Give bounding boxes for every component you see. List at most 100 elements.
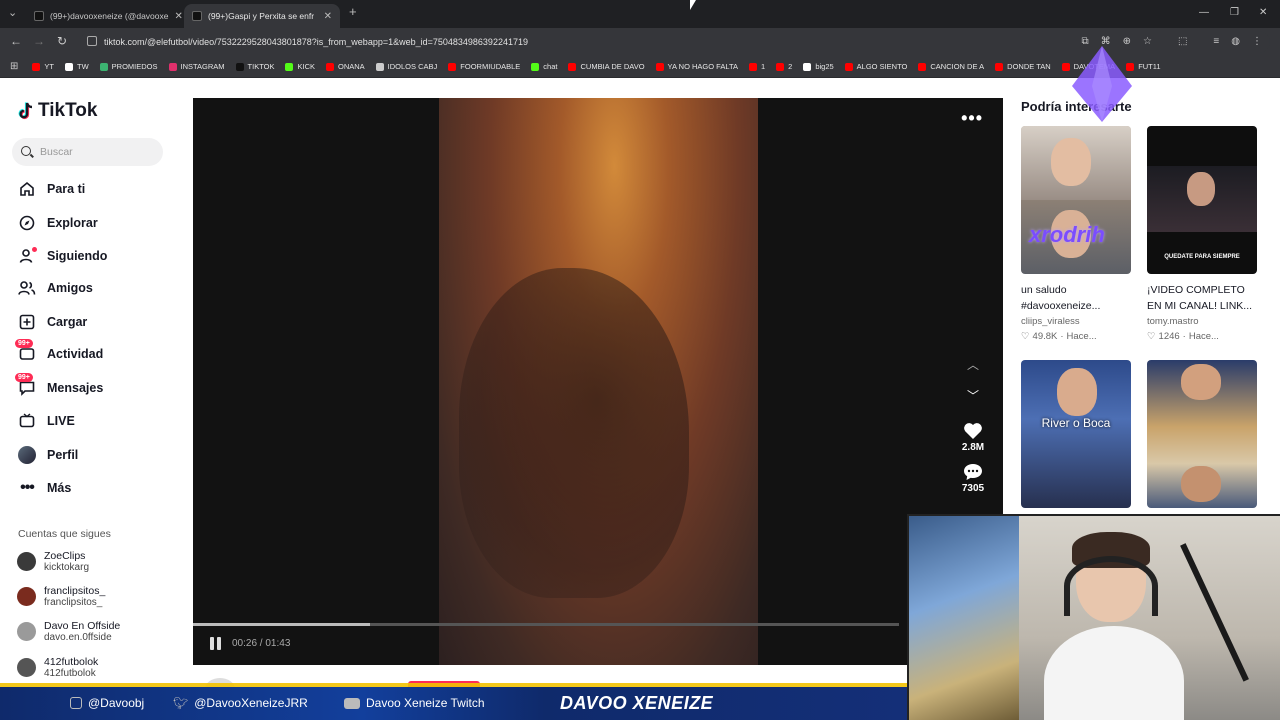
followed-account[interactable]: ZoeClips kicktokarg xyxy=(17,550,89,573)
tab-search-icon[interactable]: ⌄ xyxy=(8,6,17,19)
recommendation-card[interactable] xyxy=(1147,360,1257,508)
streamer xyxy=(1044,532,1184,720)
activity-icon: 99+ xyxy=(15,339,37,363)
sidebar-item-cargar[interactable]: Cargar xyxy=(17,311,87,333)
followed-account[interactable]: franclipsitos_ franclipsitos_ xyxy=(17,585,105,608)
browser-tab-2[interactable]: (99+)Gaspi y Perxita se enfr ✕ xyxy=(184,4,340,28)
menu-dots-icon[interactable]: ⋮ xyxy=(1252,36,1262,47)
sidebar-item-label: Perfil xyxy=(47,448,79,462)
recommendation-card[interactable]: QUEDATE PARA SIEMPRE ¡VIDEO COMPLETO EN … xyxy=(1147,126,1257,342)
account-handle: davo.en.0ffside xyxy=(44,632,112,643)
more-options-icon[interactable]: ••• xyxy=(961,108,983,129)
notification-dot xyxy=(32,247,37,252)
pause-icon[interactable] xyxy=(210,637,222,650)
bookmark-star-icon[interactable]: ☆ xyxy=(1143,36,1152,47)
bookmark-item[interactable]: INSTAGRAM xyxy=(168,62,225,71)
video-thumbnail[interactable]: QUEDATE PARA SIEMPRE xyxy=(1147,126,1257,274)
bookmark-item[interactable]: YA NO HAGO FALTA xyxy=(655,62,738,71)
video-frame[interactable] xyxy=(439,98,758,665)
minimize-icon[interactable]: — xyxy=(1199,7,1209,18)
forward-icon[interactable]: → xyxy=(33,34,45,48)
bookmark-item[interactable]: ONANA xyxy=(326,62,365,71)
bookmark-item[interactable]: TIKTOK xyxy=(235,62,274,71)
bookmark-favicon-icon xyxy=(568,62,577,71)
video-thumbnail[interactable]: River o Boca xyxy=(1021,360,1131,508)
extensions-icon[interactable]: ⬚ xyxy=(1178,36,1187,47)
bookmark-item[interactable]: KICK xyxy=(285,62,315,71)
tiktok-logo[interactable]: TikTok xyxy=(18,100,97,122)
like-count: 49.8K xyxy=(1032,331,1058,342)
close-tab-icon[interactable]: ✕ xyxy=(175,11,183,22)
followed-account[interactable]: Davo En Offside davo.en.0ffside xyxy=(17,620,120,643)
bookmark-item[interactable]: 2 xyxy=(776,62,792,71)
stream-instagram: @Davoobj xyxy=(70,696,144,710)
profile-avatar-icon[interactable]: ◍ xyxy=(1231,36,1240,47)
sidebar-item-mas[interactable]: ••• Más xyxy=(17,477,71,499)
bookmark-item[interactable]: 1 xyxy=(748,62,765,71)
bookmark-label: 2 xyxy=(788,62,793,71)
search-input[interactable]: Buscar xyxy=(12,138,163,166)
bookmark-item[interactable]: CUMBIA DE DAVO xyxy=(568,62,645,71)
stream-youtube: Davoo Xeneize Twitch xyxy=(344,696,485,710)
video-player[interactable]: ••• 00:26 / 01:43 ︿ ﹀ 2.8M 7305 xyxy=(193,98,1003,665)
bookmark-item[interactable]: DONDE TAN xyxy=(995,62,1051,71)
messages-badge: 99+ xyxy=(15,373,33,382)
recommendation-card[interactable]: River o Boca xyxy=(1021,360,1131,508)
sidebar-item-mensajes[interactable]: 99+ Mensajes xyxy=(15,373,103,399)
back-icon[interactable]: ← xyxy=(10,34,22,48)
close-tab-icon[interactable]: ✕ xyxy=(324,11,332,22)
sidebar-item-amigos[interactable]: Amigos xyxy=(17,277,93,299)
next-video-icon[interactable]: ﹀ xyxy=(967,387,979,404)
recommendation-card[interactable]: xrodrih un saludo #davooxeneize... cliip… xyxy=(1021,126,1131,342)
video-thumbnail[interactable] xyxy=(1147,360,1257,508)
bookmark-label: ALGO SIENTO xyxy=(856,62,908,71)
instagram-handle: @Davoobj xyxy=(88,696,145,710)
sidebar-item-actividad[interactable]: 99+ Actividad xyxy=(15,339,103,365)
browser-tab-1[interactable]: (99+)davooxeneize (@davooxe ✕ xyxy=(26,4,182,28)
sidebar-item-label: Siguiendo xyxy=(47,249,108,263)
heart-outline-icon: ♡ xyxy=(1021,331,1030,342)
site-info-icon[interactable] xyxy=(87,36,97,46)
sidebar-item-siguiendo[interactable]: Siguiendo xyxy=(17,245,107,267)
sidebar-item-para-ti[interactable]: Para ti xyxy=(17,178,85,200)
sidebar-item-live[interactable]: LIVE xyxy=(17,410,75,432)
previous-video-icon[interactable]: ︿ xyxy=(967,356,979,373)
bookmark-item[interactable]: TW xyxy=(64,62,89,71)
bookmark-item[interactable]: chat xyxy=(531,62,557,71)
bookmark-label: TW xyxy=(76,62,89,71)
account-handle: kicktokarg xyxy=(44,562,90,573)
apps-grid-icon[interactable]: ⊞ xyxy=(10,61,18,72)
new-tab-icon[interactable]: + xyxy=(349,4,357,19)
close-window-icon[interactable]: ✕ xyxy=(1259,7,1267,18)
messi-poster xyxy=(909,516,1019,720)
maximize-icon[interactable]: ❐ xyxy=(1230,7,1239,18)
sidebar-item-label: Cargar xyxy=(47,315,88,329)
followed-account[interactable]: 412futbolok 412futbolok xyxy=(17,656,98,679)
bookmark-item[interactable]: ALGO SIENTO xyxy=(844,62,908,71)
bookmark-favicon-icon xyxy=(326,62,334,71)
video-thumbnail[interactable]: xrodrih xyxy=(1021,126,1131,274)
stream-gem-overlay-icon xyxy=(1072,46,1132,122)
video-progress-fill xyxy=(193,623,370,626)
bookmark-item[interactable]: PROMIEDOS xyxy=(99,62,158,71)
bookmark-item[interactable]: FOORMIUDABLE xyxy=(448,62,520,71)
card-time: Hace... xyxy=(1188,331,1219,342)
sidebar-item-perfil[interactable]: Perfil xyxy=(17,444,78,466)
sidebar-item-explorar[interactable]: Explorar xyxy=(17,212,98,234)
video-progress-bar[interactable] xyxy=(193,623,899,626)
bookmark-favicon-icon xyxy=(32,62,41,71)
thumbnail-overlay-text: River o Boca xyxy=(1041,416,1111,430)
media-icon[interactable]: ≡ xyxy=(1213,36,1219,47)
messages-icon: 99+ xyxy=(15,373,37,397)
sidebar-item-label: Explorar xyxy=(47,216,98,230)
search-icon xyxy=(21,146,31,156)
like-heart-icon[interactable] xyxy=(963,422,983,440)
comment-icon[interactable] xyxy=(963,463,983,481)
bookmark-item[interactable]: YT xyxy=(32,62,54,71)
bookmark-item[interactable]: big25 xyxy=(803,62,834,71)
bookmark-item[interactable]: IDOLOS CABJ xyxy=(375,62,437,71)
account-name: Davo En Offside xyxy=(44,620,121,632)
reload-icon[interactable]: ↻ xyxy=(57,34,67,48)
bookmark-label: DONDE TAN xyxy=(1007,62,1051,71)
bookmark-item[interactable]: CANCION DE A xyxy=(918,62,984,71)
